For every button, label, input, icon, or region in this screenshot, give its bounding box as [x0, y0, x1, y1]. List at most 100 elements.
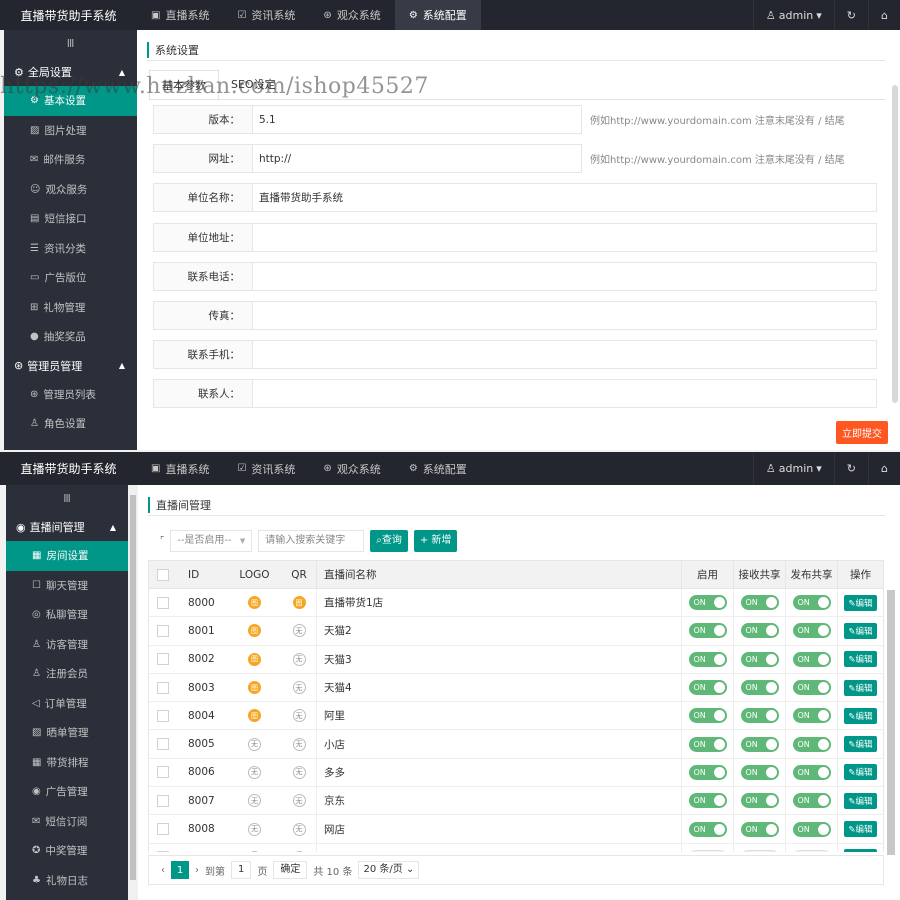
- table-scrollbar[interactable]: [887, 590, 895, 855]
- sidebar-group-admin-management[interactable]: ⊛ 管理员管理 ▲: [4, 352, 137, 380]
- goto-confirm-button[interactable]: 确定: [273, 861, 308, 879]
- row-checkbox-cell[interactable]: [149, 681, 177, 694]
- row-checkbox-cell[interactable]: [149, 653, 177, 666]
- home-icon[interactable]: ⌂: [868, 0, 900, 30]
- edit-button[interactable]: ✎编辑: [844, 651, 877, 668]
- enable-toggle[interactable]: ON: [688, 623, 727, 639]
- receive-share-toggle[interactable]: ON: [740, 651, 779, 667]
- table-row[interactable]: 8004 图 无阿里 ON ON ON ✎编辑: [148, 702, 884, 731]
- page-number-input[interactable]: 1: [231, 861, 252, 879]
- row-checkbox-cell[interactable]: [149, 823, 177, 836]
- receive-share-toggle[interactable]: OFF: [740, 849, 779, 852]
- sidebar-item-sms[interactable]: ▤ 短信接口: [4, 204, 137, 234]
- receive-share-toggle[interactable]: ON: [740, 793, 779, 809]
- sidebar-scrollbar[interactable]: [128, 485, 138, 900]
- sidebar-item-ad[interactable]: ▭ 广告版位: [4, 263, 137, 293]
- publish-share-toggle[interactable]: ON: [792, 708, 831, 724]
- checkbox[interactable]: [157, 766, 169, 779]
- publish-share-toggle[interactable]: ON: [792, 651, 831, 667]
- sidebar-scrollbar-thumb[interactable]: [130, 495, 136, 880]
- row-checkbox-cell[interactable]: [149, 851, 177, 852]
- checkbox[interactable]: [157, 794, 169, 807]
- prev-page-button[interactable]: ‹: [161, 865, 165, 876]
- sidebar-item-list[interactable]: ☰ 资讯分类: [4, 234, 137, 264]
- sidebar-item-showcase[interactable]: ▨ 晒单管理: [6, 718, 128, 748]
- checkbox[interactable]: [157, 738, 169, 751]
- top-nav-item-1[interactable]: ☑ 资讯系统: [223, 0, 309, 30]
- enable-toggle[interactable]: ON: [688, 595, 727, 611]
- table-row[interactable]: 8009 无 无 抖 OFF OFF OFF ✎编辑: [148, 843, 884, 852]
- sidebar-item-image[interactable]: ▨ 图片处理: [4, 116, 137, 146]
- form-input[interactable]: [252, 222, 877, 252]
- sidebar-item-order[interactable]: ◁ 订单管理: [6, 689, 128, 719]
- enable-toggle[interactable]: ON: [688, 680, 727, 696]
- enabled-filter-select[interactable]: --是否启用--: [170, 530, 253, 552]
- checkbox[interactable]: [157, 709, 169, 722]
- enable-toggle[interactable]: OFF: [688, 849, 727, 852]
- enable-toggle[interactable]: ON: [688, 821, 727, 837]
- table-row[interactable]: 8005 无无小店 ON ON ON ✎编辑: [148, 730, 884, 759]
- form-input[interactable]: 直播带货助手系统: [252, 183, 877, 213]
- row-checkbox-cell[interactable]: [149, 766, 177, 779]
- sidebar-item-ranking[interactable]: ▦ 带货排程: [6, 748, 128, 778]
- form-input[interactable]: [252, 379, 877, 409]
- sidebar-collapse-toggle[interactable]: Ⅲ: [4, 30, 137, 58]
- publish-share-toggle[interactable]: ON: [792, 680, 831, 696]
- form-input[interactable]: [252, 261, 877, 291]
- table-row[interactable]: 8002 图 无天猫3 ON ON ON ✎编辑: [148, 645, 884, 674]
- top-nav-item-2[interactable]: ⊛ 观众系统: [309, 0, 394, 30]
- sidebar-item-role[interactable]: ♙ 角色设置: [4, 409, 137, 439]
- publish-share-toggle[interactable]: ON: [792, 821, 831, 837]
- edit-button[interactable]: ✎编辑: [844, 707, 877, 724]
- enable-toggle[interactable]: ON: [688, 708, 727, 724]
- table-row[interactable]: 8003 图 无天猫4 ON ON ON ✎编辑: [148, 673, 884, 703]
- publish-share-toggle[interactable]: ON: [792, 623, 831, 639]
- sidebar-item-viewer[interactable]: ☺ 观众服务: [4, 175, 137, 205]
- edit-button[interactable]: ✎编辑: [844, 849, 877, 852]
- sidebar-item-gift-log[interactable]: ♣ 礼物日志: [6, 866, 128, 896]
- receive-share-toggle[interactable]: ON: [740, 595, 779, 611]
- receive-share-toggle[interactable]: ON: [740, 764, 779, 780]
- top-nav-item-0[interactable]: ▣ 直播系统: [137, 452, 223, 485]
- enable-toggle[interactable]: ON: [688, 736, 727, 752]
- enable-toggle[interactable]: ON: [688, 764, 727, 780]
- per-page-select[interactable]: 20 条/页 ⌄: [358, 861, 420, 879]
- form-input[interactable]: 5.1: [252, 105, 582, 134]
- next-page-button[interactable]: ›: [195, 865, 199, 876]
- top-nav-item-2[interactable]: ⊛ 观众系统: [309, 452, 394, 485]
- sidebar-collapse-toggle[interactable]: Ⅲ: [6, 485, 128, 513]
- sidebar-item-admin-list[interactable]: ⊛ 管理员列表: [4, 380, 137, 410]
- form-input[interactable]: http://: [252, 144, 582, 174]
- row-checkbox-cell[interactable]: [149, 794, 177, 807]
- edit-button[interactable]: ✎编辑: [844, 821, 877, 838]
- sidebar-item-chat[interactable]: ☐ 聊天管理: [6, 571, 128, 601]
- search-button[interactable]: ⌕查询: [370, 530, 408, 552]
- sidebar-item-room[interactable]: ▦ 房间设置: [6, 541, 128, 571]
- sidebar-item-prize[interactable]: ● 抽奖奖品: [4, 322, 137, 352]
- sidebar-item-sms[interactable]: ✉ 短信订阅: [6, 807, 128, 837]
- edit-button[interactable]: ✎编辑: [844, 622, 877, 639]
- receive-share-toggle[interactable]: ON: [740, 708, 779, 724]
- form-input[interactable]: [252, 301, 877, 330]
- publish-share-toggle[interactable]: ON: [792, 764, 831, 780]
- publish-share-toggle[interactable]: ON: [792, 793, 831, 809]
- sidebar-item-member[interactable]: ♙ 注册会员: [6, 659, 128, 689]
- top-nav-item-3[interactable]: ⚙ 系统配置: [394, 0, 481, 30]
- table-row[interactable]: 8000 图图直播带货1店 ON ON ON ✎编辑: [148, 589, 884, 618]
- user-menu[interactable]: ♙ admin ▾: [752, 452, 834, 485]
- checkbox[interactable]: [157, 653, 169, 666]
- row-checkbox-cell[interactable]: [149, 709, 177, 722]
- search-input[interactable]: 请输入搜索关键字: [258, 530, 365, 552]
- edit-button[interactable]: ✎编辑: [844, 736, 877, 753]
- sidebar-item-mail[interactable]: ✉ 邮件服务: [4, 145, 137, 175]
- page-1-button[interactable]: 1: [171, 861, 189, 879]
- user-menu[interactable]: ♙ admin ▾: [752, 0, 834, 30]
- sidebar-item-prize[interactable]: ✪ 中奖管理: [6, 836, 128, 866]
- add-button[interactable]: + 新增: [413, 530, 458, 552]
- row-checkbox-cell[interactable]: [149, 738, 177, 751]
- publish-share-toggle[interactable]: ON: [792, 736, 831, 752]
- sidebar-item-gift[interactable]: ⊞ 礼物管理: [4, 293, 137, 323]
- select-all-checkbox[interactable]: [149, 568, 177, 581]
- edit-button[interactable]: ✎编辑: [844, 764, 877, 781]
- sidebar-item-private-chat[interactable]: ◎ 私聊管理: [6, 600, 128, 630]
